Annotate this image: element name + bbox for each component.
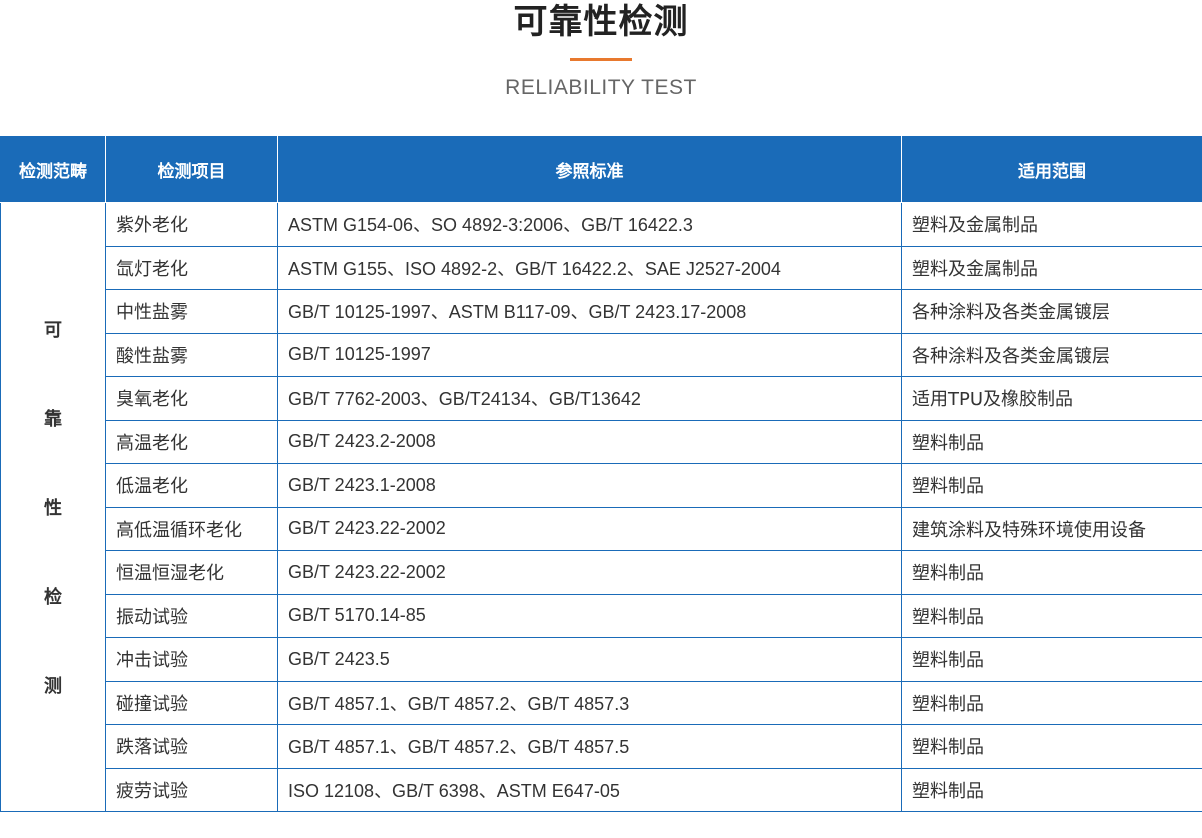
scope-cell: 塑料制品	[901, 724, 1202, 769]
table-row: 低温老化 GB/T 2423.1-2008 塑料制品	[1, 463, 1202, 508]
scope-cell: 塑料制品	[901, 593, 1202, 638]
test-item-cell: 中性盐雾	[105, 289, 278, 334]
column-header-item: 检测项目	[105, 136, 278, 203]
scope-cell: 各种涂料及各类金属镀层	[901, 289, 1202, 334]
standard-cell: GB/T 10125-1997、ASTM B117-09、GB/T 2423.1…	[277, 289, 902, 334]
test-item-cell: 碰撞试验	[105, 680, 278, 725]
table-row: 臭氧老化 GB/T 7762-2003、GB/T24134、GB/T13642 适用…	[1, 376, 1202, 421]
table-row: 酸性盐雾 GB/T 10125-1997 各种涂料及各类金属镀层	[1, 332, 1202, 377]
scope-cell: 塑料及金属制品	[901, 202, 1202, 247]
scope-cell: 塑料制品	[901, 680, 1202, 725]
test-item-cell: 振动试验	[105, 593, 278, 638]
scope-cell: 塑料制品	[901, 550, 1202, 595]
scope-cell: 塑料制品	[901, 637, 1202, 682]
column-header-scope: 适用范围	[901, 136, 1202, 203]
standard-cell: GB/T 10125-1997	[277, 332, 902, 377]
table-row: 振动试验 GB/T 5170.14-85 塑料制品	[1, 593, 1202, 638]
standard-cell: GB/T 2423.1-2008	[277, 463, 902, 508]
category-char: 可	[44, 320, 62, 341]
page-subtitle: RELIABILITY TEST	[505, 76, 697, 99]
scope-cell: 塑料制品	[901, 463, 1202, 508]
test-item-cell: 疲劳试验	[105, 767, 278, 812]
test-item-cell: 臭氧老化	[105, 376, 278, 421]
standard-cell: ASTM G155、ISO 4892-2、GB/T 16422.2、SAE J2…	[277, 245, 902, 290]
table-row: 碰撞试验 GB/T 4857.1、GB/T 4857.2、GB/T 4857.3 塑…	[1, 680, 1202, 725]
table-row: 恒温恒湿老化 GB/T 2423.22-2002 塑料制品	[1, 550, 1202, 595]
category-char: 测	[44, 676, 62, 697]
standard-cell: ISO 12108、GB/T 6398、ASTM E647-05	[277, 767, 902, 812]
table-body: 可靠性检测 紫外老化 ASTM G154-06、SO 4892-3:2006、GB/…	[0, 202, 1202, 812]
category-char: 靠	[44, 409, 62, 430]
scope-cell: 各种涂料及各类金属镀层	[901, 332, 1202, 377]
test-item-cell: 酸性盐雾	[105, 332, 278, 377]
table-row: 疲劳试验 ISO 12108、GB/T 6398、ASTM E647-05 塑料制品	[1, 767, 1202, 812]
standard-cell: GB/T 7762-2003、GB/T24134、GB/T13642	[277, 376, 902, 421]
scope-cell: 塑料及金属制品	[901, 245, 1202, 290]
test-item-cell: 跌落试验	[105, 724, 278, 769]
test-item-cell: 高低温循环老化	[105, 506, 278, 551]
test-item-cell: 氙灯老化	[105, 245, 278, 290]
standard-cell: GB/T 2423.22-2002	[277, 550, 902, 595]
reliability-table: 检测范畴 检测项目 参照标准 适用范围 可靠性检测 紫外老化 ASTM G154-0…	[0, 136, 1202, 812]
test-item-cell: 紫外老化	[105, 202, 278, 247]
standard-cell: GB/T 4857.1、GB/T 4857.2、GB/T 4857.3	[277, 680, 902, 725]
category-cell: 可靠性检测	[0, 202, 106, 812]
table-row: 中性盐雾 GB/T 10125-1997、ASTM B117-09、GB/T 24…	[1, 289, 1202, 334]
scope-cell: 适用TPU及橡胶制品	[901, 376, 1202, 421]
standard-cell: GB/T 2423.5	[277, 637, 902, 682]
table-row: 跌落试验 GB/T 4857.1、GB/T 4857.2、GB/T 4857.5 塑…	[1, 724, 1202, 769]
table-row: 可靠性检测 紫外老化 ASTM G154-06、SO 4892-3:2006、GB/…	[0, 202, 1202, 812]
standard-cell: ASTM G154-06、SO 4892-3:2006、GB/T 16422.3	[277, 202, 902, 247]
column-header-standard: 参照标准	[277, 136, 902, 203]
page-title: 可靠性检测	[513, 2, 689, 42]
standard-cell: GB/T 2423.2-2008	[277, 419, 902, 464]
table-row: 冲击试验 GB/T 2423.5 塑料制品	[1, 637, 1202, 682]
category-label: 可靠性检测	[2, 316, 105, 698]
table-header-row: 检测范畴 检测项目 参照标准 适用范围	[0, 136, 1202, 203]
test-item-cell: 恒温恒湿老化	[105, 550, 278, 595]
category-char: 性	[44, 498, 62, 519]
table-row: 氙灯老化 ASTM G155、ISO 4892-2、GB/T 16422.2、SA…	[1, 245, 1202, 290]
scope-cell: 塑料制品	[901, 419, 1202, 464]
category-char: 检	[44, 587, 62, 608]
column-header-category: 检测范畴	[0, 136, 106, 203]
standard-cell: GB/T 5170.14-85	[277, 593, 902, 638]
test-item-cell: 高温老化	[105, 419, 278, 464]
standard-cell: GB/T 2423.22-2002	[277, 506, 902, 551]
scope-cell: 建筑涂料及特殊环境使用设备	[901, 506, 1202, 551]
table-row: 高温老化 GB/T 2423.2-2008 塑料制品	[1, 419, 1202, 464]
scope-cell: 塑料制品	[901, 767, 1202, 812]
standard-cell: GB/T 4857.1、GB/T 4857.2、GB/T 4857.5	[277, 724, 902, 769]
test-item-cell: 冲击试验	[105, 637, 278, 682]
table-row: 高低温循环老化 GB/T 2423.22-2002 建筑涂料及特殊环境使用设备	[1, 506, 1202, 551]
page-header: 可靠性检测 RELIABILITY TEST	[0, 0, 1202, 136]
test-item-cell: 低温老化	[105, 463, 278, 508]
title-underline	[570, 58, 632, 61]
